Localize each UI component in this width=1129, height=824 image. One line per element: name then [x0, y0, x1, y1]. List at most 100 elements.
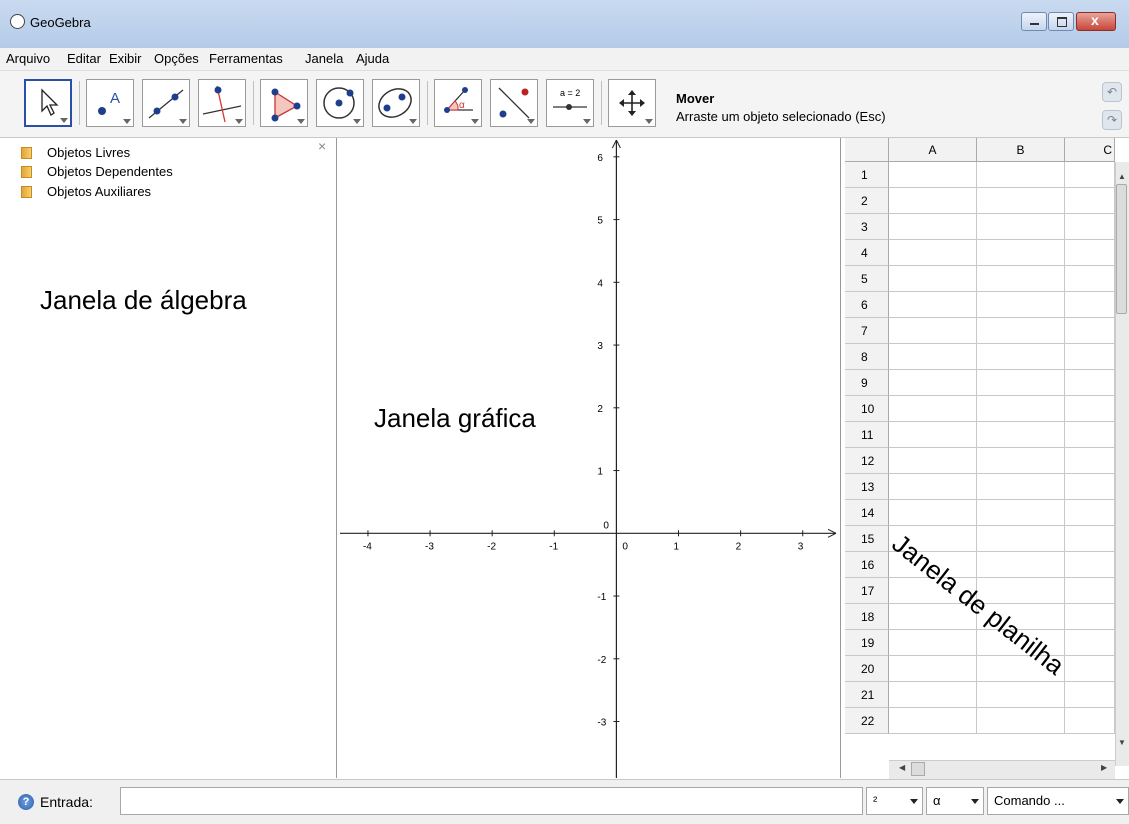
sheet-cell[interactable] — [1065, 370, 1115, 396]
sheet-cell[interactable] — [977, 708, 1065, 734]
perpendicular-line-tool-button[interactable] — [198, 79, 246, 127]
row-header[interactable]: 17 — [845, 578, 889, 604]
maximize-button[interactable] — [1048, 12, 1074, 31]
menu-editar[interactable]: Editar — [67, 51, 101, 66]
sheet-cell[interactable] — [889, 448, 977, 474]
sheet-cell[interactable] — [889, 396, 977, 422]
row-header[interactable]: 14 — [845, 500, 889, 526]
row-header[interactable]: 7 — [845, 318, 889, 344]
row-header[interactable]: 8 — [845, 344, 889, 370]
column-header-a[interactable]: A — [889, 138, 977, 162]
row-header[interactable]: 19 — [845, 630, 889, 656]
sheet-cell[interactable] — [889, 214, 977, 240]
sheet-cell[interactable] — [1065, 656, 1115, 682]
sheet-cell[interactable] — [977, 292, 1065, 318]
sheet-cell[interactable] — [977, 162, 1065, 188]
sheet-cell[interactable] — [889, 422, 977, 448]
line-tool-button[interactable] — [142, 79, 190, 127]
sheet-cell[interactable] — [977, 526, 1065, 552]
sheet-cell[interactable] — [977, 214, 1065, 240]
row-header[interactable]: 4 — [845, 240, 889, 266]
folder-dependent-objects[interactable]: Objetos Dependentes — [18, 164, 318, 180]
close-algebra-view-icon[interactable]: × — [318, 138, 326, 154]
row-header[interactable]: 1 — [845, 162, 889, 188]
sheet-cell[interactable] — [1065, 292, 1115, 318]
row-header[interactable]: 13 — [845, 474, 889, 500]
row-header[interactable]: 12 — [845, 448, 889, 474]
sheet-cell[interactable] — [889, 240, 977, 266]
row-header[interactable]: 9 — [845, 370, 889, 396]
menu-arquivo[interactable]: Arquivo — [6, 51, 50, 66]
slider-tool-button[interactable]: a = 2 — [546, 79, 594, 127]
sheet-cell[interactable] — [977, 422, 1065, 448]
vertical-scroll-thumb[interactable] — [1116, 184, 1127, 314]
menu-exibir[interactable]: Exibir — [109, 51, 142, 66]
sheet-cell[interactable] — [977, 682, 1065, 708]
sheet-cell[interactable] — [1065, 318, 1115, 344]
sheet-cell[interactable] — [977, 448, 1065, 474]
close-window-button[interactable]: x — [1076, 12, 1116, 31]
row-header[interactable]: 18 — [845, 604, 889, 630]
sheet-cell[interactable] — [889, 474, 977, 500]
row-header[interactable]: 21 — [845, 682, 889, 708]
sheet-cell[interactable] — [889, 708, 977, 734]
row-header[interactable]: 15 — [845, 526, 889, 552]
greek-letters-dropdown[interactable]: α — [926, 787, 984, 815]
column-header-c[interactable]: C — [1065, 138, 1115, 162]
graphics-view[interactable]: -4 -3 -2 -1 1 2 3 6 5 4 3 2 1 -1 -2 -3 0 0 Janela gráfica — [340, 138, 841, 778]
sheet-cell[interactable] — [977, 240, 1065, 266]
sheet-cell[interactable] — [1065, 604, 1115, 630]
sheet-cell[interactable] — [1065, 630, 1115, 656]
scroll-right-arrow-icon[interactable]: ▶ — [1101, 763, 1107, 772]
sheet-cell[interactable] — [889, 630, 977, 656]
row-header[interactable]: 5 — [845, 266, 889, 292]
row-header[interactable]: 11 — [845, 422, 889, 448]
sheet-cell[interactable] — [1065, 578, 1115, 604]
folder-free-objects[interactable]: Objetos Livres — [18, 145, 318, 161]
redo-button[interactable]: ↷ — [1102, 110, 1122, 130]
sheet-cell[interactable] — [1065, 162, 1115, 188]
sheet-cell[interactable] — [1065, 682, 1115, 708]
sheet-corner[interactable] — [845, 138, 889, 162]
help-icon[interactable]: ? — [18, 794, 34, 810]
sheet-cell[interactable] — [1065, 188, 1115, 214]
row-header[interactable]: 20 — [845, 656, 889, 682]
sheet-cell[interactable] — [889, 656, 977, 682]
sheet-cell[interactable] — [889, 266, 977, 292]
minimize-button[interactable] — [1021, 12, 1047, 31]
row-header[interactable]: 22 — [845, 708, 889, 734]
sheet-cell[interactable] — [1065, 214, 1115, 240]
horizontal-scroll-thumb[interactable] — [911, 762, 925, 776]
sheet-cell[interactable] — [977, 266, 1065, 292]
scroll-down-arrow-icon[interactable]: ▼ — [1118, 738, 1126, 747]
sheet-cell[interactable] — [1065, 552, 1115, 578]
scroll-up-arrow-icon[interactable]: ▲ — [1118, 172, 1126, 181]
sheet-cell[interactable] — [977, 370, 1065, 396]
sheet-cell[interactable] — [889, 318, 977, 344]
row-header[interactable]: 16 — [845, 552, 889, 578]
point-tool-button[interactable]: A — [86, 79, 134, 127]
polygon-tool-button[interactable] — [260, 79, 308, 127]
row-header[interactable]: 3 — [845, 214, 889, 240]
sheet-cell[interactable] — [889, 500, 977, 526]
sheet-cell[interactable] — [889, 188, 977, 214]
sheet-cell[interactable] — [1065, 500, 1115, 526]
menu-opcoes[interactable]: Opções — [154, 51, 199, 66]
sheet-cell[interactable] — [977, 500, 1065, 526]
sheet-cell[interactable] — [1065, 526, 1115, 552]
undo-button[interactable]: ↶ — [1102, 82, 1122, 102]
circle-tool-button[interactable] — [316, 79, 364, 127]
algebra-view[interactable]: Objetos Livres Objetos Dependentes Objet… — [18, 138, 337, 778]
row-header[interactable]: 6 — [845, 292, 889, 318]
input-field[interactable] — [120, 787, 863, 815]
menu-ferramentas[interactable]: Ferramentas — [209, 51, 283, 66]
sheet-cell[interactable] — [977, 552, 1065, 578]
sheet-cell[interactable] — [1065, 474, 1115, 500]
move-graphics-view-tool-button[interactable] — [608, 79, 656, 127]
column-header-b[interactable]: B — [977, 138, 1065, 162]
move-tool-button[interactable] — [24, 79, 72, 127]
row-header[interactable]: 10 — [845, 396, 889, 422]
command-dropdown[interactable]: Comando ... — [987, 787, 1129, 815]
sheet-cell[interactable] — [889, 682, 977, 708]
sheet-cell[interactable] — [1065, 708, 1115, 734]
